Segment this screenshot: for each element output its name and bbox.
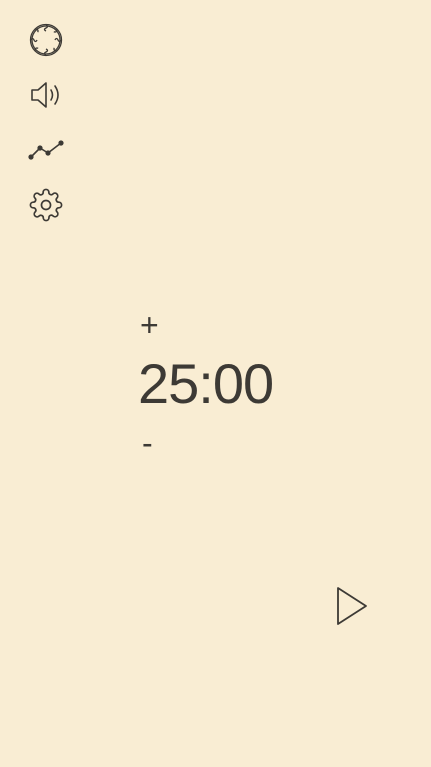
pattern-button[interactable] xyxy=(26,20,66,60)
stats-chart-icon xyxy=(28,138,64,162)
pattern-icon xyxy=(28,22,64,58)
stats-button[interactable] xyxy=(26,130,66,170)
decrement-button[interactable]: - xyxy=(142,427,172,459)
play-button[interactable] xyxy=(328,584,374,632)
increment-button[interactable]: + xyxy=(140,309,170,341)
timer-display: 25:00 xyxy=(138,352,274,415)
speaker-icon xyxy=(28,79,64,111)
gear-icon xyxy=(29,188,63,222)
timer: + 25:00 - xyxy=(138,300,318,470)
sound-button[interactable] xyxy=(26,75,66,115)
settings-button[interactable] xyxy=(26,185,66,225)
play-icon xyxy=(333,585,369,632)
